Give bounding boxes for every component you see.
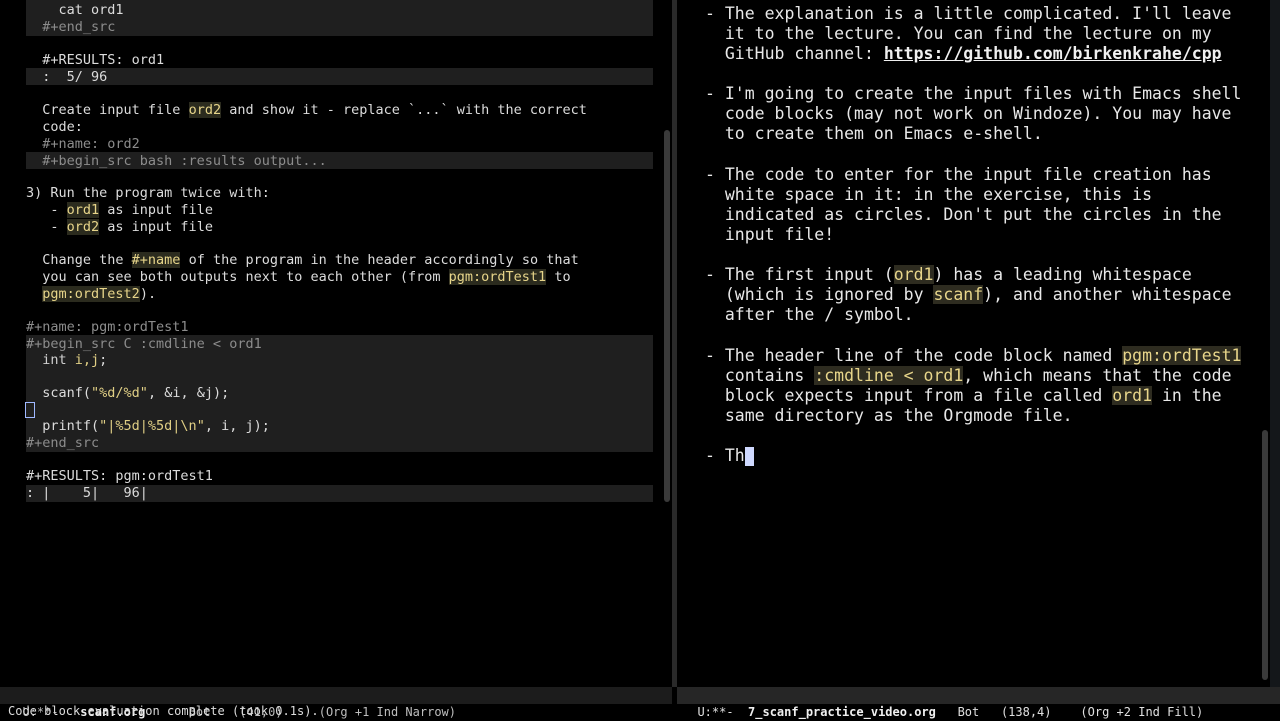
list-item: - ord1 as input file [26, 202, 213, 218]
buffer-state: U:**- [697, 705, 734, 719]
instruction-line: Create input file ord2 and show it - rep… [26, 102, 587, 118]
left-editor-pane[interactable]: cat ord1 #+end_src #+RESULTS: ord1 : 5/ … [0, 0, 660, 687]
results-label: #+RESULTS: pgm:ordTest1 [26, 468, 213, 484]
pgm-ref: pgm:ordTest2 [42, 286, 140, 302]
github-link[interactable]: https://github.com/birkenkrahe/cpp [884, 44, 1222, 63]
paragraph-line: - The explanation is a little complicate… [705, 4, 1232, 23]
paragraph-line: block expects input from a file called o… [705, 386, 1222, 405]
paragraph-line: - The header line of the code block name… [705, 346, 1242, 365]
major-modes[interactable]: (Org +2 Ind Fill) [1080, 705, 1203, 719]
end-src-line: #+end_src [26, 19, 116, 35]
results-label: #+RESULTS: ord1 [26, 52, 165, 68]
right-modeline[interactable]: U:**- 7_scanf_practice_video.org Bot (13… [677, 687, 1280, 719]
buffer-name[interactable]: 7_scanf_practice_video.org [748, 705, 936, 719]
name-line: #+name: pgm:ordTest1 [26, 319, 189, 335]
left-scrollbar[interactable] [664, 130, 670, 502]
list-heading: 3) Run the program twice with: [26, 185, 270, 201]
ord2-ref: ord2 [66, 219, 100, 235]
paragraph-line: - Th [705, 446, 754, 466]
ord1-ref: ord1 [1112, 386, 1153, 405]
ord1-ref: ord1 [66, 202, 100, 218]
paragraph-line: it to the lecture. You can find the lect… [705, 24, 1212, 43]
text-cursor [744, 447, 754, 466]
paragraph-line: same directory as the Orgmode file. [705, 406, 1073, 425]
major-modes[interactable]: (Org +1 Ind Narrow) [319, 705, 456, 719]
results-block-ord1 [26, 68, 653, 85]
paragraph-line: after the / symbol. [705, 305, 914, 324]
paragraph-line: - I'm going to create the input files wi… [705, 84, 1242, 103]
pgm-ref: pgm:ordTest1 [448, 269, 547, 285]
paragraph-line: indicated as circles. Don't put the circ… [705, 205, 1222, 224]
code-line: int i,j; [26, 352, 108, 368]
code-line: printf("|%5d|%5d|\n", i, j); [26, 418, 270, 434]
name-line: #+name: ord2 [26, 136, 140, 152]
minibuffer-message: Code block evaluation complete (took 0.1… [8, 704, 319, 718]
paragraph-line: code blocks (may not work on Windoze). Y… [705, 104, 1232, 123]
results-value: : | 5| 96| [26, 485, 148, 501]
scanf-ref: scanf [933, 285, 984, 304]
right-scrollbar[interactable] [1262, 430, 1268, 680]
left-modeline[interactable]: U:**- scanf.org Bot (41,0) (Org +1 Ind N… [0, 687, 672, 719]
paragraph-line: (which is ignored by scanf), and another… [705, 285, 1232, 304]
instruction-line: Change the #+name of the program in the … [26, 252, 579, 268]
cmdline-ref: :cmdline < ord1 [814, 366, 964, 385]
scroll-position: Bot [957, 705, 980, 719]
paragraph-line: contains :cmdline < ord1, which means th… [705, 366, 1232, 385]
code-line: scanf("%d/%d", &i, &j); [26, 385, 230, 401]
paragraph-line: white space in it: in the exercise, this… [705, 185, 1153, 204]
instruction-line: you can see both outputs next to each ot… [26, 269, 571, 285]
paragraph-line: - The first input (ord1) has a leading w… [705, 265, 1192, 284]
paragraph-line: - The code to enter for the input file c… [705, 165, 1212, 184]
code-line: cat ord1 [26, 2, 124, 18]
results-value: : 5/ 96 [26, 69, 108, 85]
paragraph-line: to create them on Emacs e-shell. [705, 124, 1043, 143]
window-edge [1270, 0, 1280, 687]
paragraph-line: input file! [705, 225, 835, 244]
paragraph-line: GitHub channel: https://github.com/birke… [705, 44, 1222, 63]
text-cursor [25, 402, 35, 419]
end-src-line: #+end_src [26, 435, 100, 451]
ord1-ref: ord1 [893, 265, 934, 284]
begin-src-line: #+begin_src C :cmdline < ord1 [26, 336, 262, 352]
ord2-ref: ord2 [188, 102, 222, 118]
pgm-ref: pgm:ordTest1 [1122, 346, 1242, 365]
name-keyword-ref: #+name [131, 252, 181, 268]
instruction-line: code: [26, 119, 83, 135]
begin-src-line: #+begin_src bash :results output... [26, 153, 327, 169]
instruction-line: pgm:ordTest2). [42, 286, 157, 302]
list-item: - ord2 as input file [26, 219, 213, 235]
line-column: (138,4) [1000, 705, 1052, 719]
